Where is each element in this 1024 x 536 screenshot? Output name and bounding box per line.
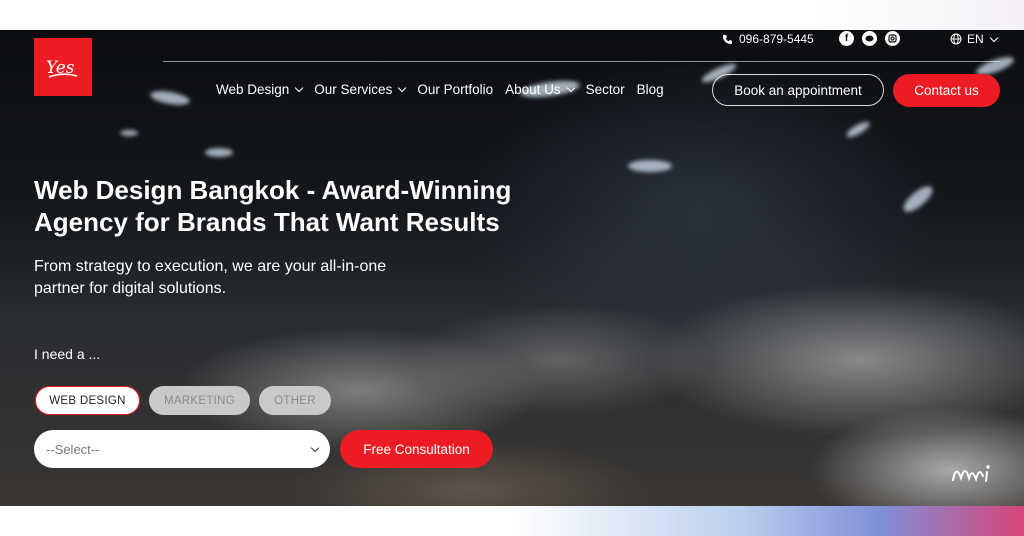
nav-label: Web Design bbox=[216, 82, 290, 97]
nav-item-web-design[interactable]: Web Design bbox=[216, 82, 304, 97]
phone-icon bbox=[722, 34, 733, 44]
subtitle-line-2: partner for digital solutions. bbox=[34, 280, 227, 297]
chevron-down-icon bbox=[398, 83, 407, 93]
subtitle-line-1: From strategy to execution, we are your … bbox=[34, 258, 387, 275]
yes-logo[interactable]: Yes bbox=[34, 38, 92, 96]
contact-us-button[interactable]: Contact us bbox=[893, 74, 1000, 107]
header-divider bbox=[163, 61, 1000, 62]
chevron-down-icon bbox=[989, 33, 998, 42]
nav-item-sector[interactable]: Sector bbox=[586, 82, 625, 97]
topbar: 096-879-5445 f EN bbox=[700, 30, 1024, 50]
nav-label: Sector bbox=[585, 82, 625, 97]
phone-number: 096-879-5445 bbox=[739, 32, 814, 46]
hero-subtitle: From strategy to execution, we are your … bbox=[34, 256, 454, 300]
facebook-icon[interactable]: f bbox=[839, 31, 854, 46]
need-prompt: I need a ... bbox=[34, 346, 101, 362]
hero-headline: Web Design Bangkok - Award-Winning Agenc… bbox=[34, 174, 554, 238]
book-appointment-button[interactable]: Book an appointment bbox=[712, 74, 884, 106]
language-label: EN bbox=[967, 32, 984, 46]
chevron-down-icon bbox=[295, 83, 304, 93]
chevron-down-icon bbox=[310, 443, 320, 453]
option-web-design[interactable]: WEB DESIGN bbox=[35, 386, 140, 415]
headline-line-1: Web Design Bangkok - Award-Winning bbox=[34, 175, 512, 205]
service-select[interactable]: --Select-- bbox=[34, 430, 330, 468]
line-icon[interactable] bbox=[862, 31, 877, 46]
top-strip bbox=[0, 0, 1024, 30]
select-value: --Select-- bbox=[46, 441, 100, 457]
main-nav: Web Design Our Services Our Portfolio Ab… bbox=[216, 82, 676, 97]
option-other[interactable]: OTHER bbox=[259, 386, 331, 415]
phone-link[interactable]: 096-879-5445 bbox=[722, 32, 814, 46]
bottom-gradient-strip bbox=[0, 506, 1024, 536]
free-consultation-button[interactable]: Free Consultation bbox=[340, 430, 493, 468]
nav-label: Our Portfolio bbox=[417, 82, 494, 97]
option-marketing[interactable]: MARKETING bbox=[149, 386, 250, 415]
chevron-down-icon bbox=[566, 83, 575, 93]
nav-item-our-portfolio[interactable]: Our Portfolio bbox=[417, 82, 493, 97]
globe-icon bbox=[950, 33, 962, 45]
nav-label: About Us bbox=[505, 82, 561, 97]
headline-line-2: Agency for Brands That Want Results bbox=[34, 207, 500, 237]
language-switcher[interactable]: EN bbox=[950, 32, 998, 46]
nav-item-blog[interactable]: Blog bbox=[637, 82, 664, 97]
nav-item-our-services[interactable]: Our Services bbox=[314, 82, 407, 97]
nav-label: Blog bbox=[636, 82, 664, 97]
nav-item-about-us[interactable]: About Us bbox=[505, 82, 575, 97]
brand-signature-icon bbox=[952, 465, 990, 483]
nav-label: Our Services bbox=[314, 82, 393, 97]
instagram-icon[interactable] bbox=[885, 31, 900, 46]
